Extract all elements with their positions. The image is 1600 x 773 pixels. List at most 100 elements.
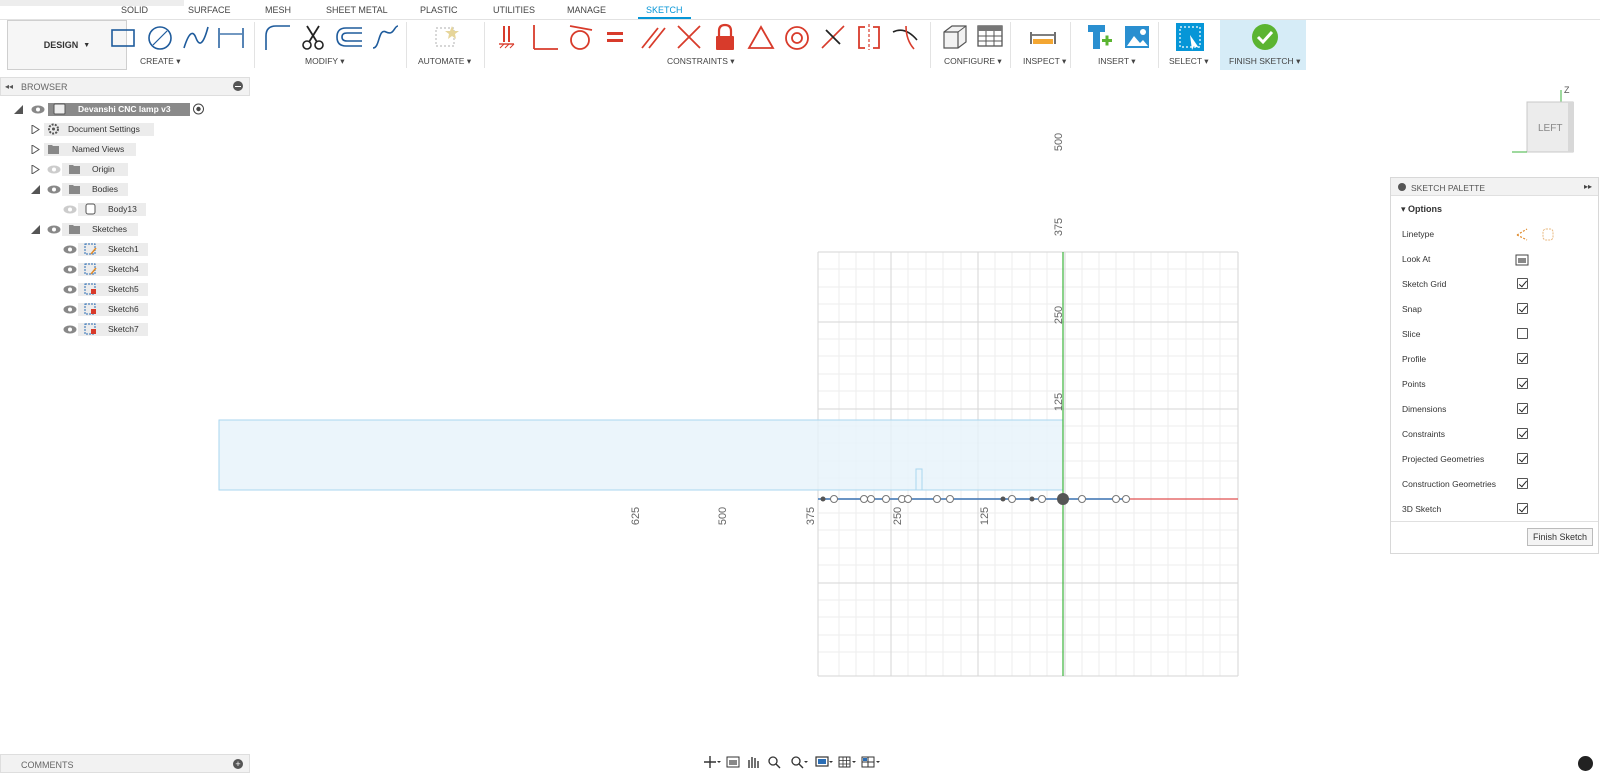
eye-icon[interactable] [31,104,45,115]
add-comment-icon[interactable]: + [233,759,243,769]
expand-triangle-icon[interactable] [14,105,23,114]
finish-sketch-button[interactable]: Finish Sketch [1526,528,1593,546]
tree-item-origin[interactable]: Origin [0,162,220,177]
slice-checkbox[interactable] [1517,328,1528,339]
coincident-icon[interactable] [674,22,704,52]
expand-triangle-icon[interactable] [31,165,40,174]
eye-icon[interactable] [63,244,77,255]
projected-geometries-checkbox[interactable] [1517,453,1528,464]
tab-sketch[interactable]: SKETCH [638,5,690,19]
tab-manage[interactable]: MANAGE [567,5,606,15]
eye-icon[interactable] [63,284,77,295]
tab-utilities[interactable]: UTILITIES [493,5,535,15]
expand-triangle-icon[interactable] [31,185,40,194]
comments-panel[interactable]: COMMENTS + [0,754,250,773]
dimensions-checkbox[interactable] [1517,403,1528,414]
tree-item-named-views[interactable]: Named Views [0,142,220,157]
profile-region[interactable] [218,419,1064,491]
options-section[interactable]: ▾ Options [1401,204,1442,215]
finish-sketch-menu[interactable]: FINISH SKETCH ▾ [1229,56,1300,67]
eye-icon[interactable] [63,264,77,275]
3d-sketch-checkbox[interactable] [1517,503,1528,514]
circle-icon[interactable] [145,22,175,52]
tree-item-sketches[interactable]: Sketches [0,222,220,237]
tree-item-body13[interactable]: Body13 [0,202,220,217]
active-radio-icon[interactable] [192,103,205,115]
select-icon[interactable] [1175,22,1205,52]
expand-triangle-icon[interactable] [31,125,40,134]
expand-triangle-icon[interactable] [31,225,40,234]
tree-item-sketch6[interactable]: Sketch6 [0,302,220,317]
tangent-icon[interactable] [566,22,596,52]
tree-root[interactable]: Devanshi CNC lamp v3 [0,102,220,117]
tab-plastic[interactable]: PLASTIC [420,5,458,15]
tab-solid[interactable]: SOLID [121,5,148,15]
insert-derive-icon[interactable] [1085,22,1115,52]
eye-icon[interactable] [47,184,61,195]
inspect-menu[interactable]: INSPECT ▾ [1023,56,1066,67]
tab-sheet-metal[interactable]: SHEET METAL [326,5,388,15]
viewcube[interactable]: Z LEFT [1494,80,1574,160]
tab-mesh[interactable]: MESH [265,5,291,15]
constraints-checkbox[interactable] [1517,428,1528,439]
curvature-icon[interactable] [890,22,920,52]
display-settings-icon[interactable] [815,756,833,767]
offset-icon[interactable] [334,22,364,52]
spline-modify-icon[interactable] [370,22,400,52]
dimension-icon[interactable] [216,22,246,52]
triangle-constraint-icon[interactable] [746,22,776,52]
centerline-linetype-icon[interactable] [1541,228,1555,241]
minimize-icon[interactable] [233,81,243,91]
eye-icon[interactable] [63,324,77,335]
modify-menu[interactable]: MODIFY ▾ [305,56,345,67]
create-menu[interactable]: CREATE ▾ [140,56,181,67]
points-checkbox[interactable] [1517,378,1528,389]
eye-icon[interactable] [47,224,61,235]
spline-icon[interactable] [181,22,211,52]
configure-cube-icon[interactable] [940,22,970,52]
sketch-grid-checkbox[interactable] [1517,278,1528,289]
insert-menu[interactable]: INSERT ▾ [1098,56,1136,67]
end-point[interactable] [1000,496,1006,502]
configure-menu[interactable]: CONFIGURE ▾ [944,56,1002,67]
viewports-icon[interactable] [861,756,880,768]
look-at-icon[interactable] [726,756,740,768]
expand-triangle-icon[interactable] [31,145,40,154]
tree-item-label[interactable]: Document Settings [44,123,154,136]
insert-image-icon[interactable] [1122,22,1152,52]
help-icon[interactable] [1578,756,1593,771]
tree-item-sketch1[interactable]: Sketch1 [0,242,220,257]
pan-icon[interactable] [748,757,759,768]
end-point[interactable] [1029,496,1035,502]
tree-root-label[interactable]: Devanshi CNC lamp v3 [48,103,190,116]
eye-icon[interactable] [63,304,77,315]
fix-constraint-icon[interactable] [494,22,524,52]
construction-linetype-icon[interactable] [1515,228,1529,241]
tree-item-document-settings[interactable]: Document Settings [0,122,220,137]
equal-icon[interactable] [602,22,632,52]
construction-geometries-checkbox[interactable] [1517,478,1528,489]
eye-icon[interactable] [63,204,77,215]
minimize-icon[interactable] [1398,183,1406,191]
zoom-icon[interactable] [768,756,781,769]
automate-menu[interactable]: AUTOMATE ▾ [418,56,471,67]
collapse-panel-icon[interactable]: ◂◂ [5,82,13,91]
concentric-icon[interactable] [782,22,812,52]
sketch-canvas[interactable]: 500 375 250 125 625 500 375 250 125 [0,70,1600,754]
tree-item-bodies[interactable]: Bodies [0,182,220,197]
tab-surface[interactable]: SURFACE [188,5,231,15]
trim-icon[interactable] [298,22,328,52]
parallel-icon[interactable] [638,22,668,52]
finish-sketch-check-icon[interactable] [1250,22,1280,52]
zoom-window-icon[interactable] [791,756,808,769]
automate-icon[interactable] [430,22,460,52]
configure-table-icon[interactable] [975,22,1005,52]
grid-settings-icon[interactable] [838,756,856,768]
fillet-icon[interactable] [262,22,292,52]
tree-item-sketch4[interactable]: Sketch4 [0,262,220,277]
profile-checkbox[interactable] [1517,353,1528,364]
eye-icon[interactable] [47,164,61,175]
select-menu[interactable]: SELECT ▾ [1169,56,1209,67]
origin-point[interactable] [1057,493,1069,505]
orbit-icon[interactable] [704,756,721,768]
